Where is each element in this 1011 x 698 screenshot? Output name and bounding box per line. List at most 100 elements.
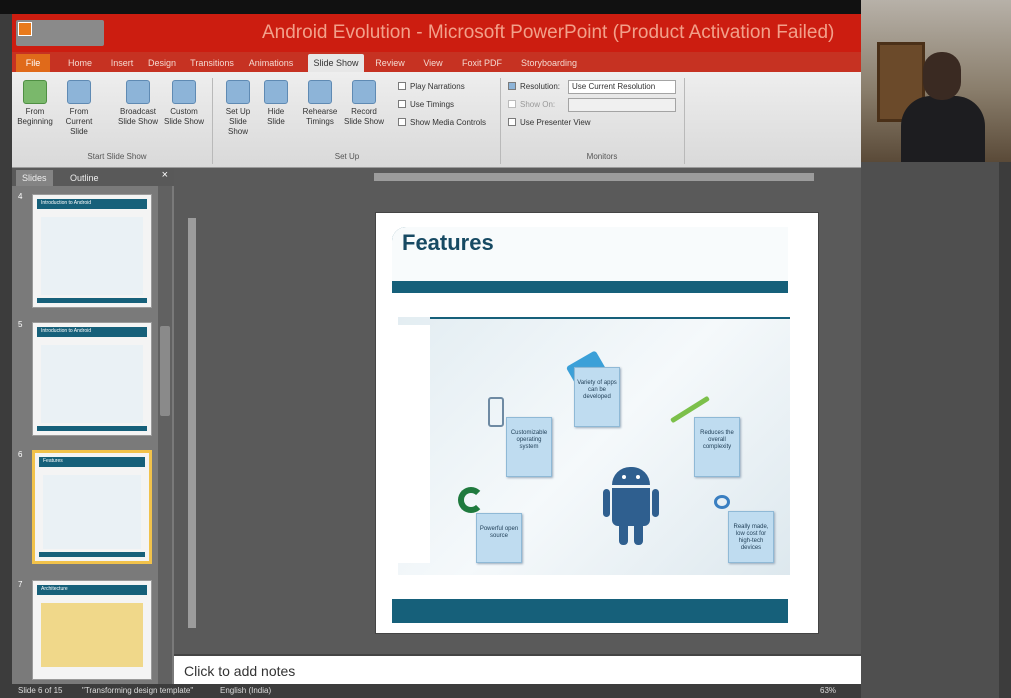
right-margin — [861, 162, 1011, 698]
webcam-video — [861, 0, 1011, 162]
slide-thumbnail-selected[interactable]: Features — [32, 450, 152, 564]
feature-box: Really made, low cost for high-tech devi… — [728, 511, 774, 563]
broadcast-label: Broadcast Slide Show — [117, 107, 159, 126]
show-on-label: Show On: — [508, 100, 555, 109]
tab-home[interactable]: Home — [60, 54, 100, 72]
thumb-footer — [37, 426, 147, 431]
tab-foxit-pdf[interactable]: Foxit PDF — [456, 54, 508, 72]
android-body — [612, 488, 650, 526]
record-label: Record Slide Show — [343, 107, 385, 126]
rehearse-timings-button[interactable]: Rehearse Timings — [300, 80, 340, 127]
resolution-icon — [508, 82, 516, 90]
setup-group-label: Set Up — [334, 152, 360, 161]
show-on-select[interactable] — [568, 98, 676, 112]
status-bar: Slide 6 of 15 "Transforming design templ… — [12, 684, 861, 698]
screen-top-edge — [0, 0, 1011, 14]
rehearse-label: Rehearse Timings — [302, 107, 338, 126]
tab-view[interactable]: View — [416, 54, 450, 72]
thumb-title-bar: Features — [39, 457, 145, 467]
feature-box: Powerful open source — [476, 513, 522, 563]
pane-scrollbar[interactable] — [158, 186, 172, 684]
custom-show-icon — [172, 80, 196, 104]
android-arm — [603, 489, 610, 517]
android-eye — [636, 475, 640, 479]
tab-slide-show[interactable]: Slide Show — [308, 54, 364, 72]
current-slide[interactable]: Features Variety of apps can be develope… — [375, 212, 819, 634]
resolution-select[interactable]: Use Current Resolution — [568, 80, 676, 94]
feature-box: Variety of apps can be developed — [574, 367, 620, 427]
show-media-label: Show Media Controls — [410, 118, 487, 127]
thumb-title: Introduction to Android — [41, 200, 92, 206]
use-presenter-view-checkbox[interactable]: Use Presenter View — [508, 118, 591, 127]
record-icon — [352, 80, 376, 104]
phone-icon — [488, 397, 504, 427]
resolution-label: Resolution: — [508, 82, 560, 91]
tab-slides[interactable]: Slides — [16, 170, 53, 186]
broadcast-slide-show-button[interactable]: Broadcast Slide Show — [116, 80, 160, 127]
screen-right-edge — [999, 162, 1011, 698]
slide-thumbnail[interactable]: Introduction to Android — [32, 194, 152, 308]
ribbon-separator — [500, 78, 501, 164]
title-bar: Android Evolution - Microsoft PowerPoint… — [12, 14, 861, 52]
slide-count: Slide 6 of 15 — [18, 686, 63, 695]
slide-title[interactable]: Features — [402, 230, 494, 256]
quick-access-toolbar[interactable] — [16, 20, 104, 46]
android-leg — [619, 523, 628, 545]
monitor-icon — [508, 100, 516, 108]
setup-show-label: Set Up Slide Show — [225, 107, 251, 136]
play-from-start-icon — [23, 80, 47, 104]
tab-review[interactable]: Review — [370, 54, 410, 72]
close-icon[interactable]: × — [162, 169, 168, 181]
thumb-footer — [37, 298, 147, 303]
custom-slide-show-button[interactable]: Custom Slide Show — [162, 80, 206, 127]
tab-design[interactable]: Design — [142, 54, 182, 72]
content-divider — [430, 317, 790, 319]
from-beginning-label: From Beginning — [17, 107, 53, 126]
tab-outline[interactable]: Outline — [64, 170, 105, 186]
ribbon-tabs: File Home Insert Design Transitions Anim… — [12, 52, 861, 72]
thumb-title: Features — [43, 458, 63, 464]
play-narrations-checkbox[interactable]: Play Narrations — [398, 82, 465, 91]
hide-slide-label: Hide Slide — [267, 107, 285, 126]
slide-content-area[interactable]: Variety of apps can be developed Customi… — [398, 317, 790, 575]
play-current-icon — [67, 80, 91, 104]
slide-footer-bar — [392, 599, 788, 623]
from-current-slide-button[interactable]: From Current Slide — [58, 80, 100, 137]
key-icon — [714, 495, 730, 509]
from-beginning-button[interactable]: From Beginning — [14, 80, 56, 127]
broadcast-icon — [126, 80, 150, 104]
thumb-body — [41, 345, 143, 423]
hide-slide-button[interactable]: Hide Slide — [260, 80, 292, 127]
thumb-title: Architecture — [41, 586, 68, 592]
tab-animations[interactable]: Animations — [244, 54, 298, 72]
slide-thumbnail[interactable]: Architecture — [32, 580, 152, 680]
android-robot-icon — [603, 467, 659, 555]
tab-transitions[interactable]: Transitions — [184, 54, 240, 72]
hide-slide-icon — [264, 80, 288, 104]
show-on-text: Show On: — [520, 100, 556, 109]
window-title: Android Evolution - Microsoft PowerPoint… — [262, 22, 835, 43]
tab-storyboarding[interactable]: Storyboarding — [516, 54, 582, 72]
tab-file[interactable]: File — [16, 54, 50, 72]
thumb-number: 4 — [18, 192, 23, 201]
checkbox-icon — [398, 118, 406, 126]
feature-box: Reduces the overall complexity — [694, 417, 740, 477]
checkbox-icon — [398, 100, 406, 108]
presenter-head — [923, 52, 961, 100]
checkbox-icon — [398, 82, 406, 90]
use-timings-checkbox[interactable]: Use Timings — [398, 100, 454, 109]
set-up-slide-show-button[interactable]: Set Up Slide Show — [218, 80, 258, 137]
language[interactable]: English (India) — [220, 684, 271, 698]
tab-insert[interactable]: Insert — [102, 54, 142, 72]
zoom-level[interactable]: 63% — [820, 684, 836, 698]
vertical-ruler — [188, 218, 196, 628]
show-media-controls-checkbox[interactable]: Show Media Controls — [398, 118, 486, 127]
resolution-text: Resolution: — [520, 82, 561, 91]
record-slide-show-button[interactable]: Record Slide Show — [342, 80, 386, 127]
powerpoint-window: Android Evolution - Microsoft PowerPoint… — [12, 14, 1011, 698]
scrollbar-thumb[interactable] — [160, 326, 170, 416]
thumb-number: 5 — [18, 320, 23, 329]
slide-thumbnail[interactable]: Introduction to Android — [32, 322, 152, 436]
rehearse-icon — [308, 80, 332, 104]
checkbox-icon — [508, 118, 516, 126]
